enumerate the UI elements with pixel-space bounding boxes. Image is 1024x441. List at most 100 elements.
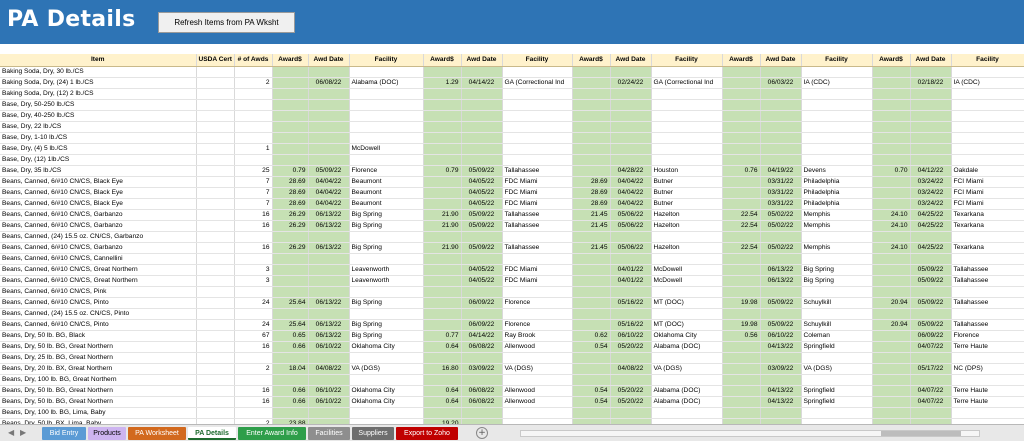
cell-award1-facility[interactable]: Alabama (DOC) (349, 77, 424, 89)
cell-award2-price[interactable] (422, 198, 462, 210)
cell-award2-date[interactable] (461, 352, 503, 364)
cell-award3-date[interactable]: 04/04/22 (610, 198, 652, 210)
cell-award5-price[interactable] (871, 253, 911, 265)
cell-award3-price[interactable] (571, 88, 611, 100)
cell-num-awds[interactable]: 67 (234, 330, 273, 342)
cell-award3-date[interactable] (610, 143, 652, 155)
cell-usda-cert[interactable] (196, 385, 235, 397)
cell-award1-price[interactable] (271, 143, 309, 155)
cell-award3-price[interactable] (571, 308, 611, 320)
cell-award5-facility[interactable]: IA (CDC) (951, 77, 1024, 89)
cell-item[interactable]: Base, Dry, 35 lb./CS (0, 165, 197, 177)
cell-award2-price[interactable] (422, 132, 462, 144)
cell-award5-date[interactable]: 03/24/22 (910, 198, 952, 210)
cell-award5-date[interactable]: 05/09/22 (910, 275, 952, 287)
cell-award1-date[interactable] (308, 154, 350, 166)
cell-award4-facility[interactable] (801, 374, 873, 386)
cell-award3-price[interactable] (571, 132, 611, 144)
cell-award2-facility[interactable]: Allenwood (502, 341, 573, 353)
cell-usda-cert[interactable] (196, 121, 235, 133)
cell-award4-facility[interactable] (801, 286, 873, 298)
cell-award5-price[interactable] (871, 407, 911, 419)
cell-award1-facility[interactable]: Big Spring (349, 242, 424, 254)
cell-award5-facility[interactable] (951, 143, 1024, 155)
cell-award2-price[interactable]: 0.64 (422, 396, 462, 408)
cell-usda-cert[interactable] (196, 319, 235, 331)
tab-export-to-zoho[interactable]: Export to Zoho (396, 427, 458, 440)
cell-usda-cert[interactable] (196, 154, 235, 166)
cell-num-awds[interactable] (234, 407, 273, 419)
cell-award1-date[interactable] (308, 253, 350, 265)
cell-award3-price[interactable]: 28.69 (571, 187, 611, 199)
cell-award4-facility[interactable]: Big Spring (801, 275, 873, 287)
cell-usda-cert[interactable] (196, 330, 235, 342)
cell-award2-facility[interactable] (502, 286, 573, 298)
cell-award5-price[interactable] (871, 154, 911, 166)
cell-num-awds[interactable] (234, 99, 273, 111)
cell-award3-facility[interactable]: Butner (651, 198, 723, 210)
cell-award3-price[interactable]: 0.54 (571, 341, 611, 353)
cell-award5-date[interactable] (910, 88, 952, 100)
cell-award4-price[interactable] (721, 363, 761, 375)
cell-award4-date[interactable] (760, 286, 802, 298)
cell-award1-price[interactable] (271, 407, 309, 419)
tab-bid-entry[interactable]: Bid Entry (42, 427, 86, 440)
cell-num-awds[interactable] (234, 308, 273, 320)
cell-award1-price[interactable]: 26.29 (271, 209, 309, 221)
cell-award5-date[interactable] (910, 253, 952, 265)
cell-award5-price[interactable] (871, 363, 911, 375)
col-header-award4-facility[interactable]: Facility (801, 54, 873, 67)
cell-award4-date[interactable]: 04/13/22 (760, 341, 802, 353)
cell-award4-facility[interactable]: Coleman (801, 330, 873, 342)
cell-award2-price[interactable]: 0.77 (422, 330, 462, 342)
cell-award5-price[interactable] (871, 198, 911, 210)
cell-award3-date[interactable]: 04/01/22 (610, 275, 652, 287)
cell-award2-price[interactable] (422, 187, 462, 199)
cell-award4-date[interactable] (760, 253, 802, 265)
cell-usda-cert[interactable] (196, 341, 235, 353)
col-header-award3-date[interactable]: Awd Date (610, 54, 652, 67)
cell-award2-date[interactable]: 04/05/22 (461, 176, 503, 188)
cell-award1-date[interactable] (308, 132, 350, 144)
cell-award2-price[interactable] (422, 253, 462, 265)
cell-award2-facility[interactable]: FDC Miami (502, 275, 573, 287)
cell-award5-date[interactable]: 04/07/22 (910, 396, 952, 408)
cell-item[interactable]: Beans, Dry, 50 lb. BG, Great Northern (0, 396, 197, 408)
cell-award1-date[interactable] (308, 121, 350, 133)
cell-award3-date[interactable] (610, 231, 652, 243)
cell-award1-date[interactable] (308, 286, 350, 298)
cell-award5-facility[interactable]: Tallahassee (951, 275, 1024, 287)
cell-award4-price[interactable] (721, 275, 761, 287)
cell-award3-facility[interactable] (651, 88, 723, 100)
cell-award5-facility[interactable]: NC (DPS) (951, 363, 1024, 375)
cell-award3-date[interactable] (610, 253, 652, 265)
cell-award1-facility[interactable] (349, 231, 424, 243)
cell-award5-price[interactable] (871, 385, 911, 397)
cell-award1-price[interactable] (271, 121, 309, 133)
cell-usda-cert[interactable] (196, 110, 235, 122)
cell-award5-facility[interactable] (951, 110, 1024, 122)
cell-award1-price[interactable] (271, 88, 309, 100)
cell-award5-price[interactable] (871, 187, 911, 199)
cell-award3-facility[interactable] (651, 231, 723, 243)
cell-award5-date[interactable] (910, 143, 952, 155)
cell-award1-facility[interactable]: Leavenworth (349, 264, 424, 276)
cell-award2-date[interactable]: 06/08/22 (461, 385, 503, 397)
cell-item[interactable]: Base, Dry, (12) 1lb./CS (0, 154, 197, 166)
cell-award4-date[interactable]: 04/13/22 (760, 396, 802, 408)
cell-award4-price[interactable] (721, 66, 761, 78)
cell-num-awds[interactable]: 3 (234, 275, 273, 287)
cell-award1-facility[interactable] (349, 286, 424, 298)
cell-award5-facility[interactable]: Terre Haute (951, 341, 1024, 353)
cell-award5-facility[interactable]: Oakdale (951, 165, 1024, 177)
cell-usda-cert[interactable] (196, 374, 235, 386)
cell-award2-date[interactable]: 06/08/22 (461, 396, 503, 408)
cell-award4-facility[interactable]: Philadelphia (801, 187, 873, 199)
cell-award5-date[interactable]: 06/09/22 (910, 330, 952, 342)
cell-award3-price[interactable]: 21.45 (571, 220, 611, 232)
cell-award2-date[interactable] (461, 99, 503, 111)
cell-award5-facility[interactable] (951, 374, 1024, 386)
cell-award3-date[interactable] (610, 88, 652, 100)
cell-award5-date[interactable]: 04/25/22 (910, 209, 952, 221)
cell-award1-facility[interactable] (349, 88, 424, 100)
